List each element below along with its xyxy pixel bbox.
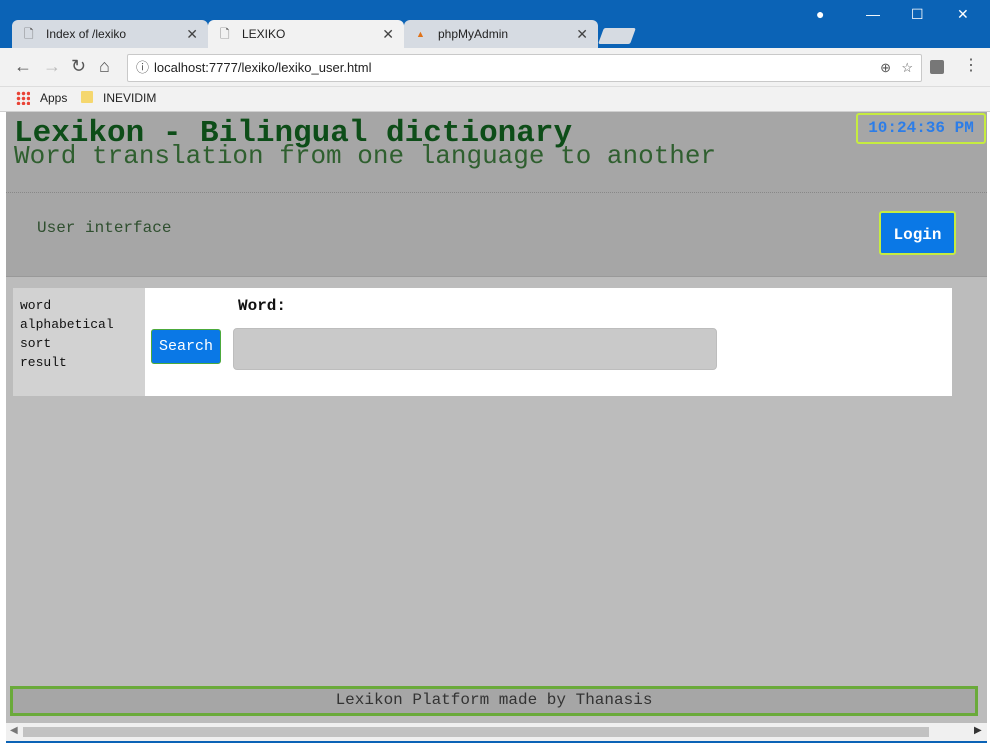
word-input[interactable]: [233, 328, 717, 370]
extension-icon[interactable]: [930, 60, 944, 74]
tab-lexiko[interactable]: 🗋 LEXIKO ✕: [208, 20, 404, 48]
bookmarks-bar: Apps INEVIDIM: [0, 87, 990, 112]
side-menu-item-result[interactable]: result: [20, 355, 67, 370]
forward-icon[interactable]: →: [43, 56, 61, 76]
address-bar[interactable]: ⓘ localhost:7777/lexiko/lexiko_user.html…: [127, 54, 922, 82]
tab-label: Index of /lexiko: [46, 27, 127, 41]
bookmark-inevidim[interactable]: INEVIDIM: [103, 91, 156, 105]
close-icon[interactable]: ✕: [186, 20, 198, 48]
page-header: Lexikon - Bilingual dictionary Word tran…: [6, 112, 987, 193]
tab-index-lexiko[interactable]: 🗋 Index of /lexiko ✕: [12, 20, 208, 48]
zoom-icon[interactable]: ⊕: [880, 55, 891, 81]
url-text: localhost:7777/lexiko/lexiko_user.html: [154, 60, 372, 75]
side-menu: word alphabetical sort result: [13, 288, 145, 396]
new-tab-button[interactable]: [598, 28, 636, 44]
side-menu-item-alphabetical[interactable]: alphabetical: [20, 317, 114, 332]
section-label: User interface: [37, 219, 172, 237]
scroll-right-icon[interactable]: ▶: [974, 725, 982, 736]
close-window-icon[interactable]: ✕: [957, 6, 969, 23]
folder-icon[interactable]: [81, 91, 93, 103]
page-icon: 🗋: [24, 27, 34, 41]
close-icon[interactable]: ✕: [382, 20, 394, 48]
account-icon[interactable]: ●: [816, 6, 824, 22]
browser-toolbar: ← → ↻ ⌂ ⓘ localhost:7777/lexiko/lexiko_u…: [0, 48, 990, 87]
search-panel: word alphabetical sort result Search Wor…: [13, 288, 952, 396]
bookmark-star-icon[interactable]: ☆: [901, 55, 913, 81]
user-interface-band: User interface Login: [6, 193, 987, 277]
reload-icon[interactable]: ↻: [71, 56, 86, 76]
pma-icon: ▲: [416, 29, 425, 39]
tab-strip: 🗋 Index of /lexiko ✕ 🗋 LEXIKO ✕ ▲ phpMyA…: [0, 0, 990, 48]
page-footer: Lexikon Platform made by Thanasis: [10, 686, 978, 716]
page-subtitle: Word translation from one language to an…: [14, 141, 717, 171]
close-icon[interactable]: ✕: [576, 20, 588, 48]
apps-icon[interactable]: [16, 91, 30, 105]
tab-label: phpMyAdmin: [438, 27, 509, 41]
scroll-left-icon[interactable]: ◀: [10, 725, 18, 736]
menu-icon[interactable]: ⋮: [963, 55, 979, 75]
info-icon[interactable]: ⓘ: [136, 55, 149, 81]
side-menu-item-sort[interactable]: sort: [20, 336, 51, 351]
page-icon: 🗋: [220, 27, 230, 41]
browser-window: 🗋 Index of /lexiko ✕ 🗋 LEXIKO ✕ ▲ phpMyA…: [0, 0, 990, 743]
login-button[interactable]: Login: [879, 211, 956, 255]
tab-label: LEXIKO: [242, 27, 286, 41]
home-icon[interactable]: ⌂: [99, 56, 110, 76]
maximize-icon[interactable]: ☐: [911, 6, 924, 23]
bookmark-apps[interactable]: Apps: [40, 91, 67, 105]
back-icon[interactable]: ←: [14, 56, 32, 76]
clock-display: 10:24:36 PM: [856, 113, 986, 144]
tab-phpmyadmin[interactable]: ▲ phpMyAdmin ✕: [404, 20, 598, 48]
scrollbar-thumb[interactable]: [23, 727, 929, 737]
side-menu-item-word[interactable]: word: [20, 298, 51, 313]
word-label: Word:: [238, 297, 287, 315]
page-viewport: Lexikon - Bilingual dictionary Word tran…: [6, 112, 987, 723]
horizontal-scrollbar[interactable]: ◀ ▶: [6, 723, 987, 741]
search-button[interactable]: Search: [151, 329, 221, 364]
minimize-icon[interactable]: —: [866, 6, 880, 22]
